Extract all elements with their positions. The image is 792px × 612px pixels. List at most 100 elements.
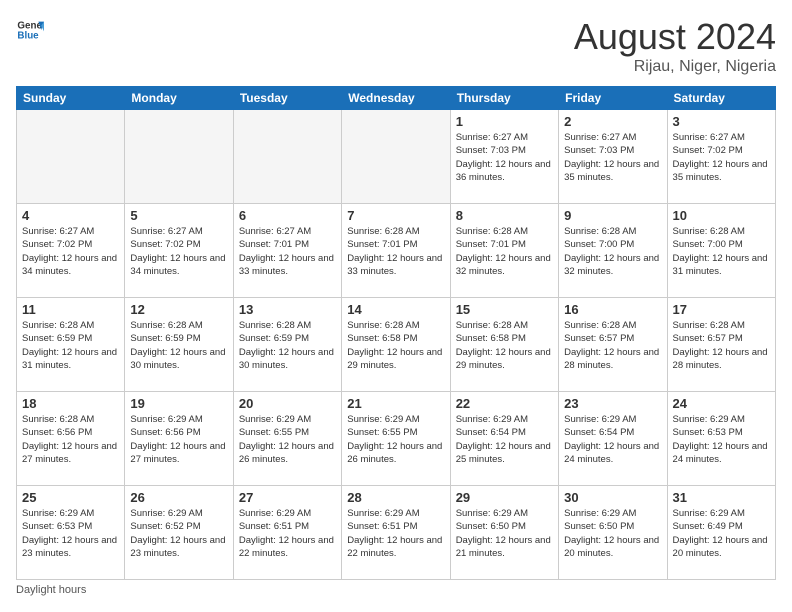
day-number: 25: [22, 490, 119, 505]
day-number: 24: [673, 396, 770, 411]
day-info: Sunrise: 6:27 AM Sunset: 7:03 PM Dayligh…: [456, 131, 553, 184]
calendar-cell: 26 Sunrise: 6:29 AM Sunset: 6:52 PM Dayli…: [125, 486, 233, 580]
day-number: 15: [456, 302, 553, 317]
calendar-cell: 11Sunrise: 6:28 AM Sunset: 6:59 PM Dayli…: [17, 298, 125, 392]
calendar-cell: 25 Sunrise: 6:29 AM Sunset: 6:53 PM Dayli…: [17, 486, 125, 580]
day-number: 21: [347, 396, 444, 411]
calendar-cell: 14Sunrise: 6:28 AM Sunset: 6:58 PM Dayli…: [342, 298, 450, 392]
day-info: Sunrise: 6:27 AM Sunset: 7:02 PM Dayligh…: [673, 131, 770, 184]
calendar-week-row: 25 Sunrise: 6:29 AM Sunset: 6:53 PM Dayli…: [17, 486, 776, 580]
header: General Blue August 2024 Rijau, Niger, N…: [16, 16, 776, 76]
day-info: Sunrise: 6:28 AM Sunset: 7:01 PM Dayligh…: [456, 225, 553, 278]
calendar-cell: 9 Sunrise: 6:28 AM Sunset: 7:00 PM Daylig…: [559, 204, 667, 298]
day-info: Sunrise: 6:29 AM Sunset: 6:50 PM Dayligh…: [456, 507, 553, 560]
day-number: 28: [347, 490, 444, 505]
calendar-cell: 1 Sunrise: 6:27 AM Sunset: 7:03 PM Daylig…: [450, 110, 558, 204]
calendar-cell: 15 Sunrise: 6:28 AM Sunset: 6:58 PM Dayli…: [450, 298, 558, 392]
calendar-cell: 10 Sunrise: 6:28 AM Sunset: 7:00 PM Dayli…: [667, 204, 775, 298]
calendar-week-row: 4 Sunrise: 6:27 AM Sunset: 7:02 PM Daylig…: [17, 204, 776, 298]
calendar-cell: [342, 110, 450, 204]
calendar-cell: 16Sunrise: 6:28 AM Sunset: 6:57 PM Dayli…: [559, 298, 667, 392]
day-info: Sunrise: 6:28 AM Sunset: 7:01 PM Dayligh…: [347, 225, 444, 278]
day-number: 4: [22, 208, 119, 223]
day-info: Sunrise: 6:27 AM Sunset: 7:02 PM Dayligh…: [130, 225, 227, 278]
calendar-cell: 6 Sunrise: 6:27 AM Sunset: 7:01 PM Daylig…: [233, 204, 341, 298]
day-info: Sunrise: 6:28 AM Sunset: 6:59 PM Dayligh…: [130, 319, 227, 372]
weekday-header-cell: Monday: [125, 87, 233, 110]
svg-text:Blue: Blue: [17, 30, 39, 41]
day-info: Sunrise: 6:28 AM Sunset: 6:58 PM Dayligh…: [347, 319, 444, 372]
day-info: Sunrise: 6:29 AM Sunset: 6:54 PM Dayligh…: [456, 413, 553, 466]
calendar-cell: 29 Sunrise: 6:29 AM Sunset: 6:50 PM Dayli…: [450, 486, 558, 580]
day-number: 23: [564, 396, 661, 411]
day-number: 20: [239, 396, 336, 411]
day-info: Sunrise: 6:28 AM Sunset: 7:00 PM Dayligh…: [564, 225, 661, 278]
calendar-cell: 3 Sunrise: 6:27 AM Sunset: 7:02 PM Daylig…: [667, 110, 775, 204]
day-info: Sunrise: 6:28 AM Sunset: 6:56 PM Dayligh…: [22, 413, 119, 466]
calendar-cell: [17, 110, 125, 204]
day-number: 27: [239, 490, 336, 505]
day-info: Sunrise: 6:29 AM Sunset: 6:56 PM Dayligh…: [130, 413, 227, 466]
weekday-header-cell: Thursday: [450, 87, 558, 110]
day-number: 10: [673, 208, 770, 223]
day-number: 29: [456, 490, 553, 505]
location-title: Rijau, Niger, Nigeria: [574, 58, 776, 76]
calendar-cell: 23Sunrise: 6:29 AM Sunset: 6:54 PM Dayli…: [559, 392, 667, 486]
weekday-header-cell: Wednesday: [342, 87, 450, 110]
weekday-header-cell: Friday: [559, 87, 667, 110]
day-number: 1: [456, 114, 553, 129]
month-title: August 2024: [574, 16, 776, 58]
calendar-cell: 22Sunrise: 6:29 AM Sunset: 6:54 PM Dayli…: [450, 392, 558, 486]
day-info: Sunrise: 6:28 AM Sunset: 6:59 PM Dayligh…: [239, 319, 336, 372]
logo-icon: General Blue: [16, 16, 44, 44]
day-info: Sunrise: 6:27 AM Sunset: 7:02 PM Dayligh…: [22, 225, 119, 278]
calendar-cell: 19 Sunrise: 6:29 AM Sunset: 6:56 PM Dayli…: [125, 392, 233, 486]
page: General Blue August 2024 Rijau, Niger, N…: [0, 0, 792, 612]
day-info: Sunrise: 6:29 AM Sunset: 6:51 PM Dayligh…: [239, 507, 336, 560]
calendar-cell: 7Sunrise: 6:28 AM Sunset: 7:01 PM Daylig…: [342, 204, 450, 298]
calendar-cell: 30 Sunrise: 6:29 AM Sunset: 6:50 PM Dayli…: [559, 486, 667, 580]
day-number: 30: [564, 490, 661, 505]
calendar-cell: 5 Sunrise: 6:27 AM Sunset: 7:02 PM Daylig…: [125, 204, 233, 298]
logo: General Blue: [16, 16, 44, 44]
weekday-header-cell: Saturday: [667, 87, 775, 110]
title-block: August 2024 Rijau, Niger, Nigeria: [574, 16, 776, 76]
day-info: Sunrise: 6:28 AM Sunset: 6:57 PM Dayligh…: [673, 319, 770, 372]
day-number: 11: [22, 302, 119, 317]
day-number: 31: [673, 490, 770, 505]
footer-note: Daylight hours: [16, 584, 776, 596]
day-info: Sunrise: 6:29 AM Sunset: 6:50 PM Dayligh…: [564, 507, 661, 560]
calendar-cell: 31 Sunrise: 6:29 AM Sunset: 6:49 PM Dayli…: [667, 486, 775, 580]
calendar-cell: 17 Sunrise: 6:28 AM Sunset: 6:57 PM Dayli…: [667, 298, 775, 392]
calendar-cell: 27 Sunrise: 6:29 AM Sunset: 6:51 PM Dayli…: [233, 486, 341, 580]
day-number: 3: [673, 114, 770, 129]
day-number: 17: [673, 302, 770, 317]
day-number: 8: [456, 208, 553, 223]
day-info: Sunrise: 6:28 AM Sunset: 7:00 PM Dayligh…: [673, 225, 770, 278]
day-number: 2: [564, 114, 661, 129]
weekday-header-cell: Sunday: [17, 87, 125, 110]
day-info: Sunrise: 6:29 AM Sunset: 6:49 PM Dayligh…: [673, 507, 770, 560]
day-info: Sunrise: 6:28 AM Sunset: 6:58 PM Dayligh…: [456, 319, 553, 372]
calendar-week-row: 18Sunrise: 6:28 AM Sunset: 6:56 PM Dayli…: [17, 392, 776, 486]
day-info: Sunrise: 6:27 AM Sunset: 7:01 PM Dayligh…: [239, 225, 336, 278]
calendar-cell: 20 Sunrise: 6:29 AM Sunset: 6:55 PM Dayli…: [233, 392, 341, 486]
calendar-cell: 13 Sunrise: 6:28 AM Sunset: 6:59 PM Dayli…: [233, 298, 341, 392]
calendar-body: 1 Sunrise: 6:27 AM Sunset: 7:03 PM Daylig…: [17, 110, 776, 580]
calendar-cell: [125, 110, 233, 204]
day-number: 13: [239, 302, 336, 317]
calendar-cell: 21 Sunrise: 6:29 AM Sunset: 6:55 PM Dayli…: [342, 392, 450, 486]
day-info: Sunrise: 6:29 AM Sunset: 6:55 PM Dayligh…: [347, 413, 444, 466]
day-number: 6: [239, 208, 336, 223]
day-number: 26: [130, 490, 227, 505]
day-number: 12: [130, 302, 227, 317]
day-info: Sunrise: 6:29 AM Sunset: 6:55 PM Dayligh…: [239, 413, 336, 466]
weekday-header-cell: Tuesday: [233, 87, 341, 110]
day-info: Sunrise: 6:29 AM Sunset: 6:52 PM Dayligh…: [130, 507, 227, 560]
day-info: Sunrise: 6:29 AM Sunset: 6:53 PM Dayligh…: [22, 507, 119, 560]
day-number: 19: [130, 396, 227, 411]
day-number: 9: [564, 208, 661, 223]
day-number: 5: [130, 208, 227, 223]
calendar-week-row: 1 Sunrise: 6:27 AM Sunset: 7:03 PM Daylig…: [17, 110, 776, 204]
calendar-cell: 8 Sunrise: 6:28 AM Sunset: 7:01 PM Daylig…: [450, 204, 558, 298]
